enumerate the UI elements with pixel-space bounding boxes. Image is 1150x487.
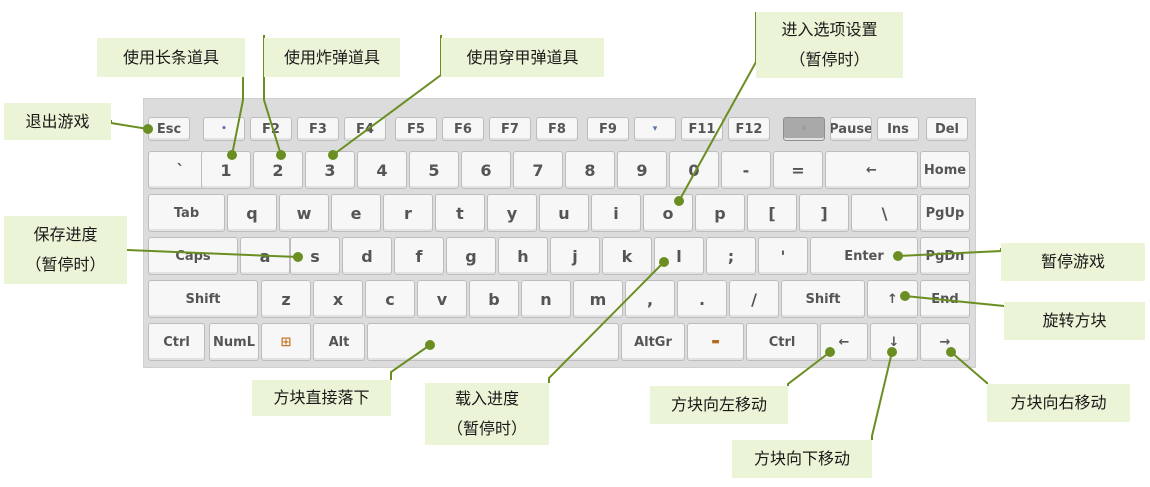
connector-long-bar (231, 77, 244, 156)
connector-options (678, 12, 757, 202)
callout-pierce-text: 使用穿甲弹道具 (466, 47, 579, 67)
connector-right (950, 351, 988, 384)
connector-dot-down (887, 347, 897, 357)
connector-dot-save (293, 252, 303, 262)
callout-options-line1: 进入选项设置 (781, 20, 878, 39)
callout-save-line2: （暂停时） (25, 255, 106, 274)
connector-save (126, 249, 299, 258)
callout-pause-game: 暂停游戏 (1001, 243, 1145, 281)
callout-move-down: 方块向下移动 (732, 440, 872, 478)
callout-load-line1: 载入进度 (454, 389, 519, 408)
callout-down-text: 方块向下移动 (753, 449, 850, 468)
connector-dot-right (946, 347, 956, 357)
callout-right-text: 方块向右移动 (1010, 393, 1107, 412)
connector-dot-quit (143, 124, 153, 134)
callout-save-progress: 保存进度 （暂停时） (4, 216, 127, 284)
connector-left (787, 351, 831, 386)
callout-left-text: 方块向左移动 (670, 395, 767, 414)
callout-load-line2: （暂停时） (446, 419, 527, 438)
callout-quit-game: 退出游戏 (4, 103, 111, 140)
callout-long-bar-text: 使用长条道具 (122, 47, 219, 67)
connector-rotate (904, 295, 1005, 308)
callout-load-progress: 载入进度 （暂停时） (425, 383, 549, 445)
callout-options: 进入选项设置 （暂停时） (756, 12, 903, 78)
connector-drop (390, 344, 431, 380)
callout-long-bar-item: 使用长条道具 (97, 38, 245, 77)
callout-quit-text: 退出游戏 (25, 111, 90, 131)
connector-dot-load (659, 257, 669, 267)
connector-dot-bomb (276, 150, 286, 160)
callout-bomb-text: 使用炸弹道具 (283, 47, 380, 67)
callout-rotate-text: 旋转方块 (1042, 311, 1107, 330)
connector-quit (110, 120, 149, 130)
callout-options-line2: （暂停时） (789, 50, 870, 69)
callout-rotate-block: 旋转方块 (1004, 302, 1145, 340)
callout-save-line1: 保存进度 (33, 225, 98, 244)
connector-dot-options (674, 196, 684, 206)
callout-move-right: 方块向右移动 (987, 384, 1130, 422)
connector-dot-pause (893, 251, 903, 261)
connector-dot-left (825, 347, 835, 357)
connector-dot-long-bar (227, 150, 237, 160)
connector-dot-drop (425, 340, 435, 350)
callout-move-left: 方块向左移动 (650, 386, 788, 424)
connector-dot-rotate (900, 291, 910, 301)
callout-drop-text: 方块直接落下 (273, 388, 370, 407)
connector-down (871, 351, 893, 440)
callout-pierce-item: 使用穿甲弹道具 (441, 38, 604, 77)
connector-pause (897, 248, 1002, 257)
callout-hard-drop: 方块直接落下 (252, 380, 391, 416)
connector-load (548, 261, 665, 383)
callout-pause-text: 暂停游戏 (1040, 252, 1105, 271)
connector-dot-pierce (328, 150, 338, 160)
callout-bomb-item: 使用炸弹道具 (264, 38, 400, 77)
